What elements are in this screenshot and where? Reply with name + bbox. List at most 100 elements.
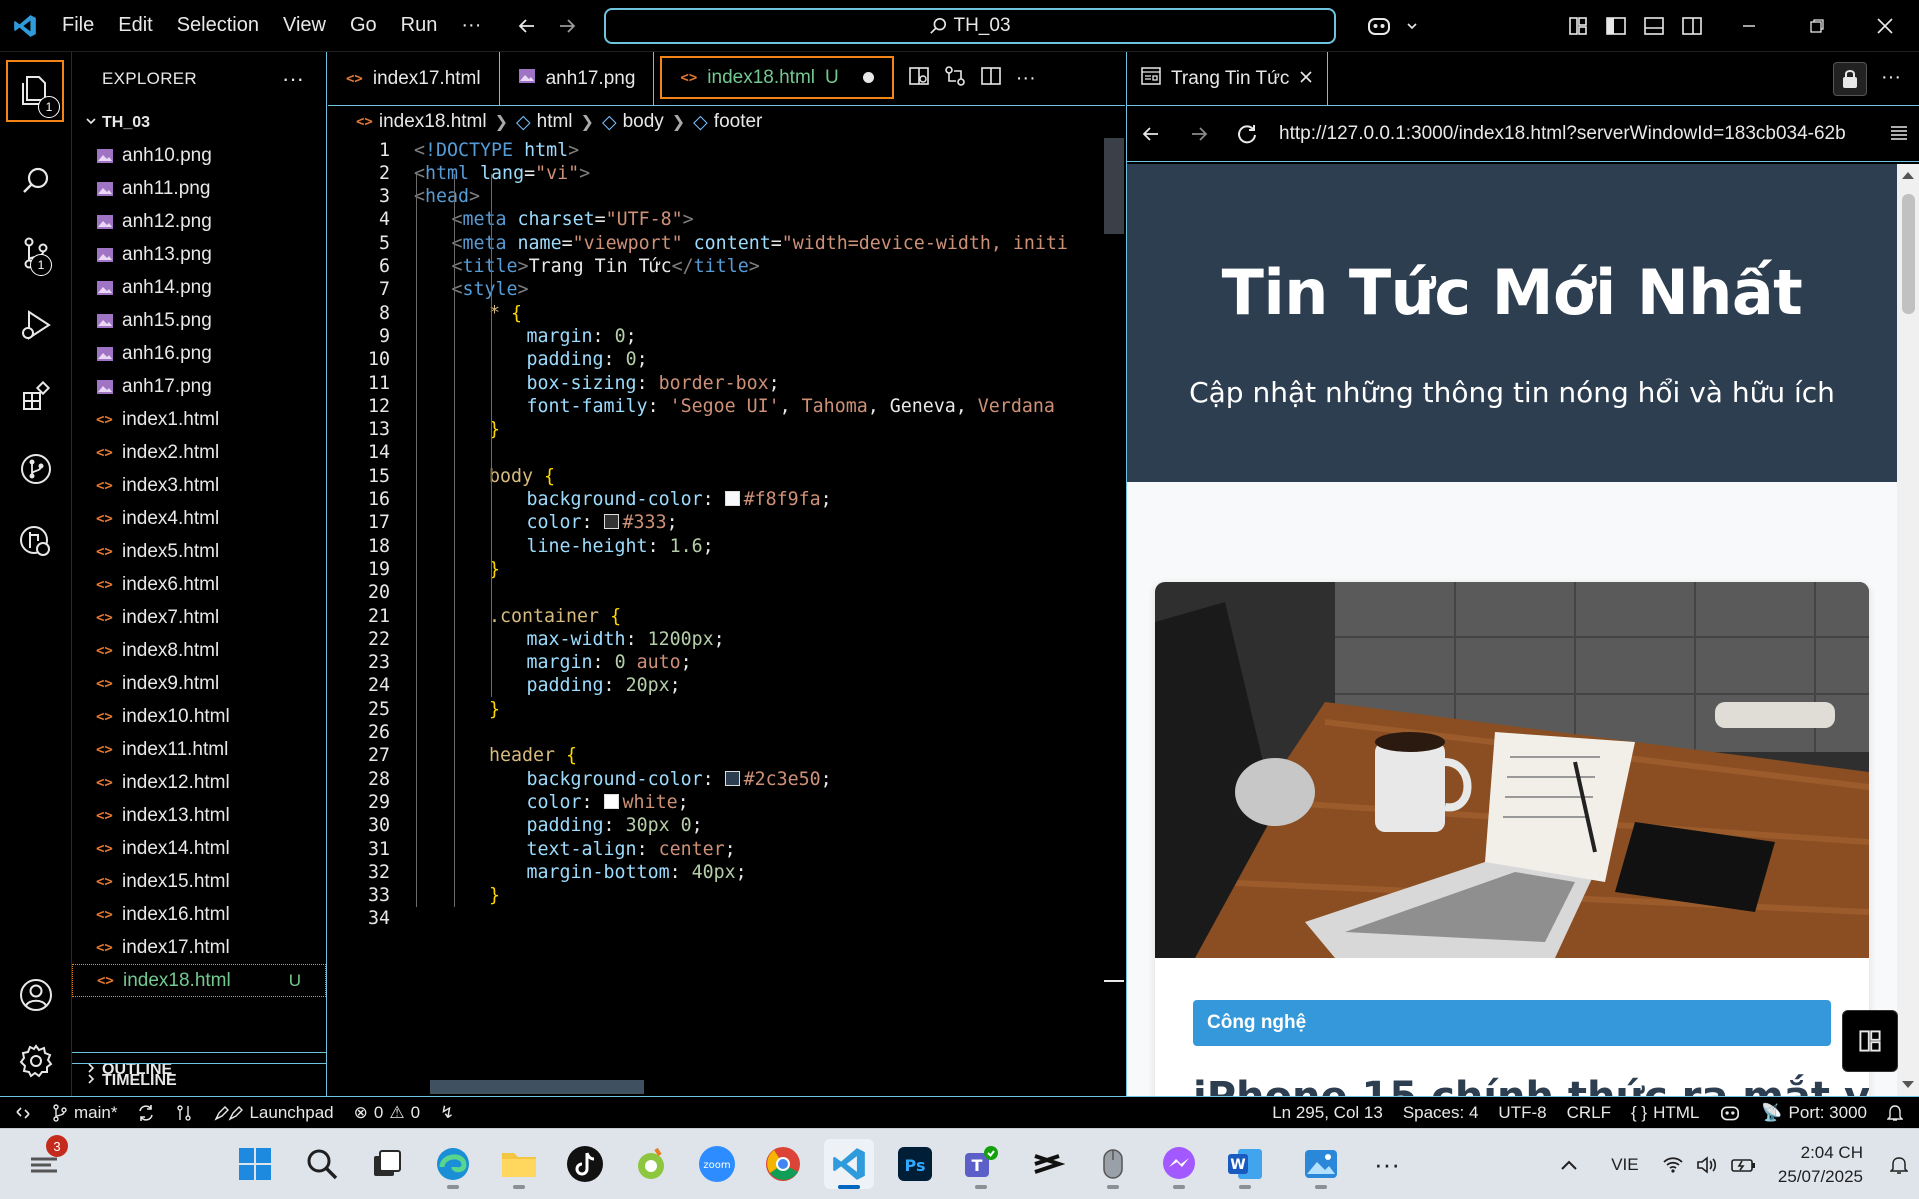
panel-more-icon[interactable]: ··· bbox=[1881, 66, 1901, 89]
sync-icon[interactable] bbox=[127, 1097, 165, 1129]
battery-icon[interactable] bbox=[1724, 1157, 1764, 1173]
open-preview-icon[interactable] bbox=[908, 65, 930, 92]
file-item[interactable]: <> index5.html bbox=[72, 535, 326, 568]
git-graph-status-icon[interactable] bbox=[165, 1097, 203, 1129]
code-editor[interactable]: 1 <!DOCTYPE html> 2 <html lang="vi"> 3 <head>… bbox=[328, 138, 1125, 1094]
account-icon[interactable] bbox=[0, 962, 72, 1028]
close-icon[interactable] bbox=[1860, 0, 1910, 52]
file-item[interactable]: <> index11.html bbox=[72, 733, 326, 766]
wifi-icon[interactable] bbox=[1656, 1156, 1690, 1174]
file-item[interactable]: <> index10.html bbox=[72, 700, 326, 733]
indentation[interactable]: Spaces: 4 bbox=[1393, 1097, 1489, 1129]
input-language[interactable]: VIE bbox=[1594, 1155, 1656, 1175]
viewport-scroll-thumb[interactable] bbox=[1902, 194, 1915, 314]
copilot-icon[interactable] bbox=[1354, 0, 1404, 52]
notifications-bell-icon[interactable] bbox=[1877, 1097, 1919, 1129]
cursor-position[interactable]: Ln 295, Col 13 bbox=[1262, 1097, 1393, 1129]
remote-explorer-icon[interactable] bbox=[0, 508, 72, 574]
task-view-icon[interactable] bbox=[362, 1139, 412, 1189]
file-item[interactable]: anh14.png bbox=[72, 271, 326, 304]
capcut-icon[interactable] bbox=[1022, 1139, 1072, 1189]
file-item[interactable]: <> index2.html bbox=[72, 436, 326, 469]
git-graph-icon[interactable] bbox=[0, 436, 72, 502]
back-arrow-icon[interactable] bbox=[507, 0, 547, 52]
file-explorer-icon[interactable] bbox=[494, 1139, 544, 1189]
chrome-icon[interactable] bbox=[758, 1139, 808, 1189]
tiktok-icon[interactable] bbox=[560, 1139, 610, 1189]
edge-browser-icon[interactable] bbox=[428, 1139, 478, 1189]
menu-file[interactable]: File bbox=[50, 0, 106, 52]
branch-status[interactable]: main* bbox=[42, 1097, 127, 1129]
color-swatch[interactable] bbox=[724, 491, 740, 506]
word-icon[interactable]: W bbox=[1220, 1139, 1270, 1189]
browser-back-icon[interactable] bbox=[1127, 106, 1175, 162]
photoshop-icon[interactable]: Ps bbox=[890, 1139, 940, 1189]
timeline-header[interactable]: TIMELINE bbox=[72, 1064, 326, 1097]
file-item[interactable]: anh17.png bbox=[72, 370, 326, 403]
file-item[interactable]: <> index14.html bbox=[72, 832, 326, 865]
color-swatch[interactable] bbox=[603, 793, 619, 809]
breadcrumb-body[interactable]: body bbox=[623, 111, 664, 133]
code-line[interactable]: 34 bbox=[328, 905, 1125, 933]
split-editor-icon[interactable] bbox=[980, 65, 1002, 92]
copilot-status-icon[interactable] bbox=[1709, 1097, 1751, 1129]
tab-trang-tin-tuc[interactable]: Trang Tin Tức bbox=[1127, 52, 1329, 105]
menu-edit[interactable]: Edit bbox=[106, 0, 164, 52]
search-icon[interactable] bbox=[0, 148, 72, 214]
browser-url-field[interactable]: http://127.0.0.1:3000/index18.html?serve… bbox=[1279, 123, 1869, 145]
file-item[interactable]: anh10.png bbox=[72, 139, 326, 172]
layout-panel-button[interactable] bbox=[1842, 1010, 1898, 1072]
photos-icon[interactable] bbox=[1296, 1139, 1346, 1189]
live-server-status[interactable]: 📡 Port: 3000 bbox=[1751, 1097, 1877, 1129]
run-debug-icon[interactable] bbox=[0, 292, 72, 358]
language-mode[interactable]: { } HTML bbox=[1621, 1097, 1709, 1129]
tab-index18[interactable]: <> index18.html U bbox=[660, 56, 894, 99]
unsaved-dot-icon[interactable] bbox=[862, 72, 874, 83]
problems-status[interactable]: ⊗ 0 ⚠ 0 bbox=[344, 1097, 430, 1129]
file-item[interactable]: <> index15.html bbox=[72, 865, 326, 898]
browser-viewport[interactable]: Tin Tức Mới Nhất Cập nhật những thông ti… bbox=[1127, 164, 1919, 1096]
browser-menu-icon[interactable] bbox=[1889, 124, 1909, 147]
file-item[interactable]: <> index6.html bbox=[72, 568, 326, 601]
file-item[interactable]: <> index8.html bbox=[72, 634, 326, 667]
compare-changes-icon[interactable] bbox=[944, 65, 966, 92]
browser-reload-icon[interactable] bbox=[1223, 106, 1271, 162]
menu-run[interactable]: Run bbox=[389, 0, 450, 52]
file-item[interactable]: <> index1.html bbox=[72, 403, 326, 436]
file-item[interactable]: anh11.png bbox=[72, 172, 326, 205]
zoom-icon[interactable]: zoom bbox=[692, 1139, 742, 1189]
folder-th03[interactable]: TH_03 bbox=[72, 106, 326, 139]
encoding[interactable]: UTF-8 bbox=[1488, 1097, 1556, 1129]
start-windows-icon[interactable] bbox=[230, 1139, 280, 1189]
notification-center-icon[interactable] bbox=[1879, 1155, 1919, 1175]
mouse-app-icon[interactable] bbox=[1088, 1139, 1138, 1189]
file-item[interactable]: <> index17.html bbox=[72, 931, 326, 964]
customize-layout-icon[interactable] bbox=[1560, 0, 1596, 52]
coccoc-icon[interactable] bbox=[626, 1139, 676, 1189]
editor-horizontal-scrollbar[interactable] bbox=[430, 1080, 644, 1094]
explorer-more-button[interactable]: ··· bbox=[282, 66, 304, 92]
file-item[interactable]: <> index9.html bbox=[72, 667, 326, 700]
menu-go[interactable]: Go bbox=[338, 0, 389, 52]
line-ending[interactable]: CRLF bbox=[1557, 1097, 1621, 1129]
toggle-primary-sidebar-icon[interactable] bbox=[1598, 0, 1634, 52]
explorer-icon[interactable]: 1 bbox=[6, 60, 64, 122]
extensions-icon[interactable] bbox=[0, 364, 72, 430]
clock[interactable]: 2:04 CH 25/07/2025 bbox=[1778, 1141, 1879, 1189]
tab-index17[interactable]: <> index17.html bbox=[328, 52, 500, 105]
settings-gear-icon[interactable] bbox=[0, 1028, 72, 1094]
lock-icon[interactable] bbox=[1833, 62, 1867, 96]
forward-arrow-icon[interactable] bbox=[547, 0, 587, 52]
command-center-search[interactable]: TH_03 bbox=[604, 8, 1336, 44]
file-item[interactable]: <> index7.html bbox=[72, 601, 326, 634]
chevron-down-icon[interactable] bbox=[1400, 0, 1424, 52]
file-item[interactable]: <> index3.html bbox=[72, 469, 326, 502]
chevron-up-icon[interactable] bbox=[1544, 1159, 1594, 1171]
menu-view[interactable]: View bbox=[271, 0, 338, 52]
file-item[interactable]: anh16.png bbox=[72, 337, 326, 370]
category-badge[interactable]: Công nghệ bbox=[1193, 1000, 1831, 1046]
taskbar-search-icon[interactable] bbox=[297, 1139, 347, 1189]
lightning-icon[interactable]: ↯ bbox=[430, 1097, 464, 1129]
toggle-secondary-sidebar-icon[interactable] bbox=[1674, 0, 1710, 52]
file-item[interactable]: anh12.png bbox=[72, 205, 326, 238]
